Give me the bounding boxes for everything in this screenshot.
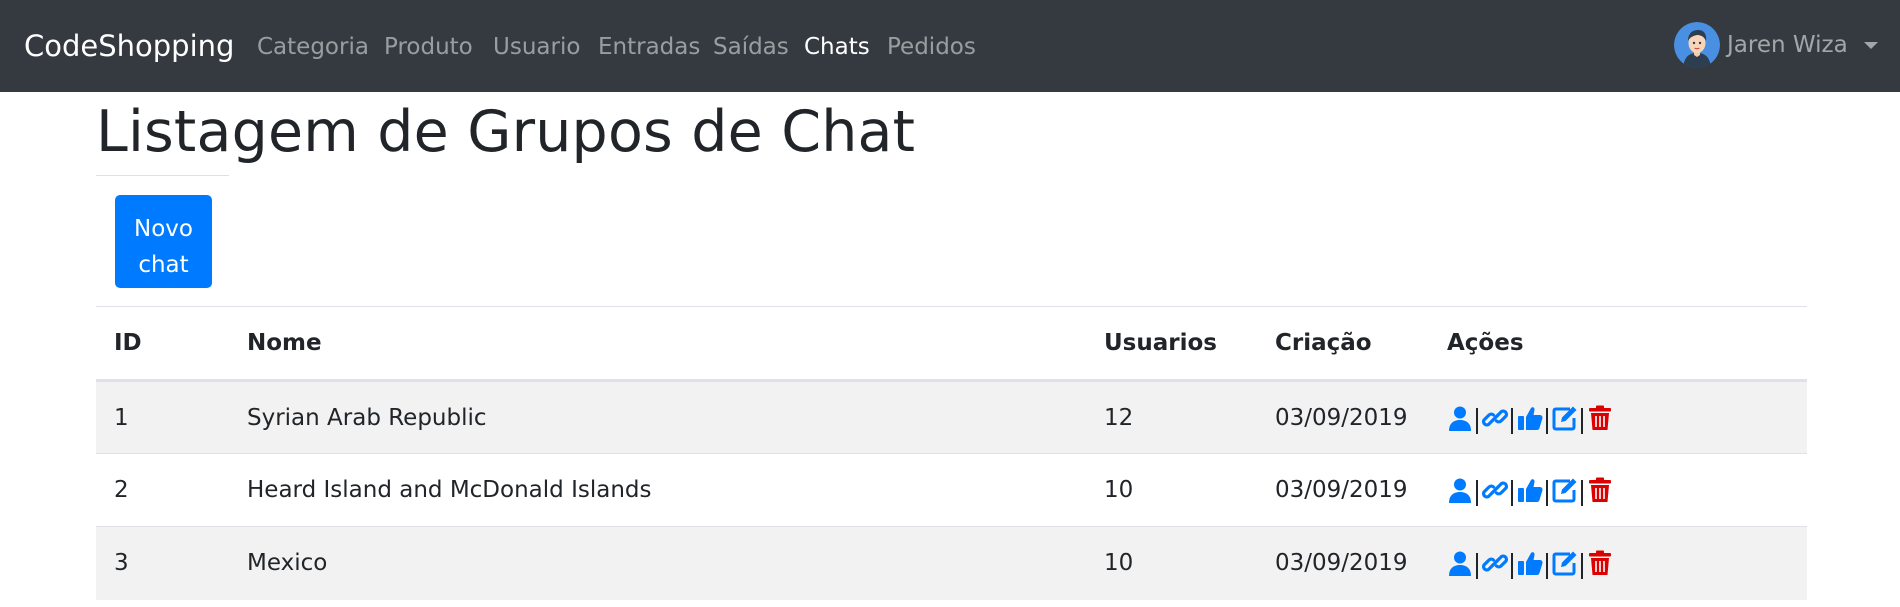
edit-icon[interactable] bbox=[1552, 550, 1578, 576]
user-name: Jaren Wiza bbox=[1727, 32, 1848, 58]
nav-link-chats[interactable]: Chats bbox=[804, 32, 870, 62]
row-actions bbox=[1447, 477, 1789, 506]
link-icon[interactable] bbox=[1482, 405, 1508, 431]
header-criacao: Criação bbox=[1257, 306, 1429, 382]
user-icon[interactable] bbox=[1447, 550, 1473, 577]
cell-id: 1 bbox=[96, 380, 229, 454]
action-separator bbox=[1581, 553, 1583, 580]
cell-criacao: 03/09/2019 bbox=[1257, 526, 1429, 600]
row-actions bbox=[1447, 405, 1789, 434]
new-chat-label-line2: chat bbox=[138, 251, 189, 278]
header-nome: Nome bbox=[229, 306, 1086, 382]
action-separator bbox=[1511, 407, 1513, 434]
nav-link-produto[interactable]: Produto bbox=[384, 32, 473, 62]
table-header-row: ID Nome Usuarios Criação Ações bbox=[96, 306, 1807, 382]
cell-criacao: 03/09/2019 bbox=[1257, 380, 1429, 454]
action-separator bbox=[1546, 407, 1548, 434]
user-icon[interactable] bbox=[1447, 477, 1473, 503]
cell-usuarios: 12 bbox=[1086, 380, 1257, 454]
action-separator bbox=[1476, 407, 1478, 434]
header-usuarios: Usuarios bbox=[1086, 306, 1257, 382]
thumbs-up-icon[interactable] bbox=[1517, 477, 1543, 503]
user-menu[interactable]: Jaren Wiza bbox=[1674, 22, 1878, 68]
header-id: ID bbox=[96, 306, 229, 382]
chat-groups-table: ID Nome Usuarios Criação Ações 1 Syrian … bbox=[96, 306, 1807, 600]
trash-icon[interactable] bbox=[1587, 550, 1613, 576]
link-icon[interactable] bbox=[1482, 477, 1508, 503]
action-separator bbox=[1511, 553, 1513, 580]
nav-link-entradas[interactable]: Entradas bbox=[598, 32, 700, 62]
cell-id: 2 bbox=[96, 453, 229, 527]
cell-acoes bbox=[1429, 453, 1807, 527]
action-separator bbox=[1546, 553, 1548, 580]
trash-icon[interactable] bbox=[1587, 405, 1613, 431]
cell-usuarios: 10 bbox=[1086, 526, 1257, 600]
table-header: ID Nome Usuarios Criação Ações bbox=[96, 306, 1807, 382]
user-icon[interactable] bbox=[1447, 405, 1473, 431]
thumbs-up-icon[interactable] bbox=[1517, 550, 1543, 576]
new-chat-button[interactable]: Novo chat bbox=[115, 195, 212, 288]
brand-logo[interactable]: CodeShopping bbox=[24, 28, 234, 64]
cell-acoes bbox=[1429, 380, 1807, 454]
nav-link-pedidos[interactable]: Pedidos bbox=[887, 32, 976, 62]
cell-nome: Heard Island and McDonald Islands bbox=[229, 453, 1086, 527]
action-separator bbox=[1581, 480, 1583, 506]
cell-usuarios: 10 bbox=[1086, 453, 1257, 527]
action-separator bbox=[1476, 553, 1478, 580]
edit-icon[interactable] bbox=[1552, 405, 1578, 431]
table-body: 1 Syrian Arab Republic 12 03/09/2019 2 H… bbox=[96, 380, 1807, 600]
caret-down-icon bbox=[1864, 42, 1878, 49]
header-acoes: Ações bbox=[1429, 306, 1807, 382]
new-chat-label-line1: Novo bbox=[134, 215, 193, 242]
edit-icon[interactable] bbox=[1552, 477, 1578, 503]
cell-nome: Mexico bbox=[229, 526, 1086, 600]
cell-nome: Syrian Arab Republic bbox=[229, 380, 1086, 454]
cell-id: 3 bbox=[96, 526, 229, 600]
table-row: 2 Heard Island and McDonald Islands 10 0… bbox=[96, 453, 1807, 527]
cell-acoes bbox=[1429, 526, 1807, 600]
table-row: 3 Mexico 10 03/09/2019 bbox=[96, 526, 1807, 600]
trash-icon[interactable] bbox=[1587, 477, 1613, 503]
thumbs-up-icon[interactable] bbox=[1517, 405, 1543, 431]
avatar-icon bbox=[1674, 22, 1720, 68]
nav-link-saidas[interactable]: Saídas bbox=[713, 32, 789, 62]
table-row: 1 Syrian Arab Republic 12 03/09/2019 bbox=[96, 380, 1807, 454]
title-divider bbox=[96, 175, 229, 176]
action-separator bbox=[1581, 407, 1583, 434]
page-title: Listagem de Grupos de Chat bbox=[96, 99, 916, 165]
top-navbar: CodeShopping Categoria Produto Usuario E… bbox=[0, 0, 1900, 92]
nav-link-usuario[interactable]: Usuario bbox=[493, 32, 580, 62]
action-separator bbox=[1511, 480, 1513, 506]
nav-link-categoria[interactable]: Categoria bbox=[257, 32, 369, 62]
action-separator bbox=[1546, 480, 1548, 506]
row-actions bbox=[1447, 550, 1789, 580]
link-icon[interactable] bbox=[1482, 550, 1508, 576]
cell-criacao: 03/09/2019 bbox=[1257, 453, 1429, 527]
action-separator bbox=[1476, 480, 1478, 506]
